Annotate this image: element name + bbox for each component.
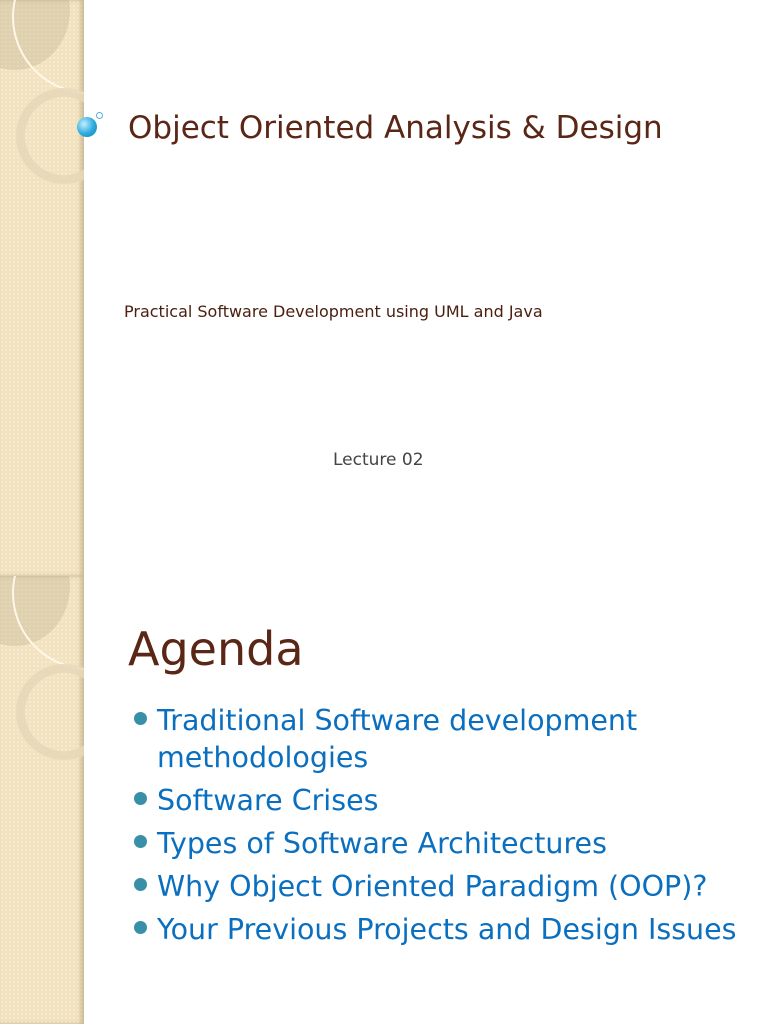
bullet-text: Traditional Software development methodo… [157, 704, 638, 774]
blue-orb-icon [77, 117, 97, 137]
title-slide: Object Oriented Analysis & Design Practi… [0, 0, 768, 576]
list-item: Why Object Oriented Paradigm (OOP)? [134, 868, 754, 905]
bullet-text: Software Crises [157, 784, 379, 817]
decorative-ring [12, 576, 84, 670]
bullet-icon [134, 712, 147, 725]
bullet-text: Your Previous Projects and Design Issues [157, 913, 737, 946]
bullet-icon [134, 878, 147, 891]
agenda-heading: Agenda [128, 622, 304, 676]
list-item: Types of Software Architectures [134, 825, 754, 862]
bullet-text: Types of Software Architectures [157, 827, 607, 860]
bullet-icon [134, 921, 147, 934]
decorative-ring [16, 88, 84, 184]
slide-title: Object Oriented Analysis & Design [128, 110, 663, 146]
small-orb-icon [96, 112, 103, 119]
bullet-text: Why Object Oriented Paradigm (OOP)? [157, 870, 708, 903]
bullet-icon [134, 792, 147, 805]
lecture-label: Lecture 02 [333, 450, 424, 470]
decorative-ring [12, 0, 84, 94]
list-item: Software Crises [134, 782, 754, 819]
decorative-ring [16, 664, 84, 760]
agenda-list: Traditional Software development methodo… [134, 702, 754, 954]
bullet-icon [134, 835, 147, 848]
decorative-sidebar [0, 0, 84, 576]
agenda-slide: Agenda Traditional Software development … [0, 576, 768, 1024]
list-item: Your Previous Projects and Design Issues [134, 911, 754, 948]
decorative-sidebar [0, 576, 84, 1024]
slide-subtitle: Practical Software Development using UML… [124, 302, 543, 321]
list-item: Traditional Software development methodo… [134, 702, 754, 776]
